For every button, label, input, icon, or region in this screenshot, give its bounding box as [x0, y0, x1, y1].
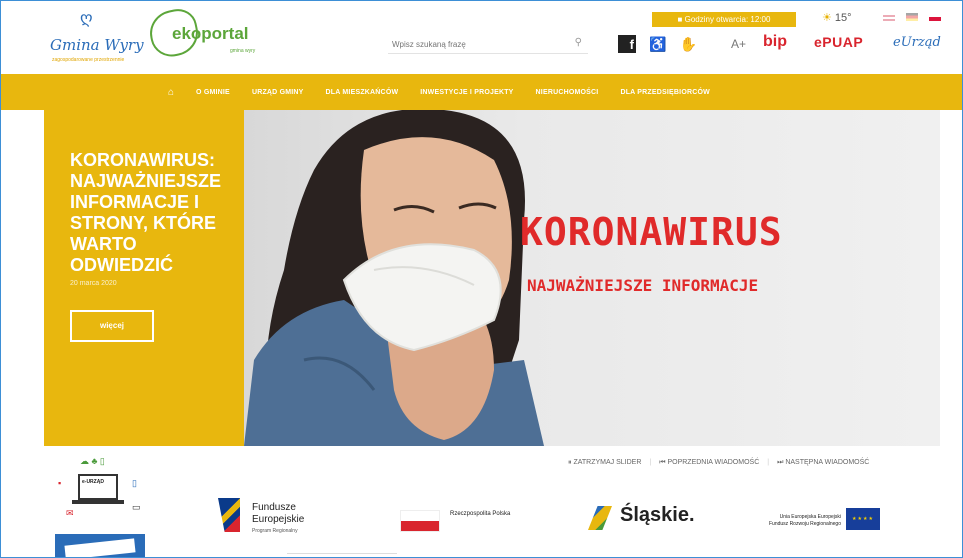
promo-banner[interactable]	[55, 534, 145, 558]
gmina-logo-text: Gmina Wyry	[50, 36, 144, 54]
slaskie-logo[interactable]: Śląskie.	[588, 504, 708, 534]
separator: |	[649, 459, 652, 466]
deaf-icon[interactable]: ✋	[679, 36, 696, 53]
fe-mark-icon	[218, 498, 240, 532]
slide-text-panel: KORONAWIRUS: NAJWAŻNIEJSZE INFORMACJE I …	[44, 110, 244, 446]
bip-link[interactable]: bip	[763, 33, 787, 51]
fundusze-europejskie-logo[interactable]: Fundusze Europejskie Program Regionalny	[218, 494, 348, 540]
slider-controls: ⏸ ZATRZYMAJ SLIDER | ⏮ POPRZEDNIA WIADOM…	[568, 459, 869, 467]
weather-temp: 15°	[834, 12, 852, 24]
gmina-logo-tagline: zagospodarowane przestrzennie	[52, 57, 125, 63]
nav-item-urzad-gminy[interactable]: URZĄD GMINY	[252, 89, 304, 96]
nav-item-o-gminie[interactable]: O GMINIE	[196, 89, 230, 96]
bottom-divider	[287, 553, 397, 558]
slide-image[interactable]: KORONAWIRUS NAJWAŻNIEJSZE INFORMACJE	[244, 110, 940, 446]
laptop-base	[72, 500, 124, 504]
rp-text: Rzeczpospolita Polska	[450, 511, 511, 517]
slide-title[interactable]: KORONAWIRUS: NAJWAŻNIEJSZE INFORMACJE I …	[70, 150, 230, 276]
epuap-link[interactable]: ePUAP	[814, 34, 863, 50]
unia-europejska-logo[interactable]: Unia Europejska Europejski Fundusz Rozwo…	[766, 508, 886, 538]
laptop-icon	[78, 474, 118, 500]
image-subheadline: NAJWAŻNIEJSZE INFORMACJE	[527, 276, 759, 295]
slide-date: 20 marca 2020	[70, 280, 117, 287]
main-nav: ⌂ O GMINIE URZĄD GMINY DLA MIESZKAŃCÓW I…	[0, 74, 963, 110]
prev-news-button[interactable]: ⏮ POPRZEDNIA WIADOMOŚĆ	[659, 459, 759, 467]
device-icon: ▪	[58, 478, 62, 488]
nav-item-nieruchomosci[interactable]: NIERUCHOMOŚCI	[536, 89, 599, 96]
ekoportal-logo[interactable]: ekoportal gmina wyry	[145, 5, 260, 61]
clock-icon: ■	[677, 15, 685, 24]
opening-hours-text: Godziny otwarcia: 12:00	[684, 15, 771, 24]
fe-line2: Europejskie	[252, 514, 305, 525]
nav-item-inwestycje[interactable]: INWESTYCJE I PROJEKTY	[420, 89, 513, 96]
cloud-icon: ☁ ♣ ▯	[80, 456, 105, 466]
more-button[interactable]: więcej	[70, 310, 154, 342]
separator: |	[767, 459, 770, 466]
ekoportal-logo-sub: gmina wyry	[230, 48, 256, 54]
slaskie-text: Śląskie.	[620, 504, 695, 526]
nav-item-dla-przedsiebiorcow[interactable]: DLA PRZEDSIĘBIORCÓW	[620, 89, 710, 96]
pause-slider-button[interactable]: ⏸ ZATRZYMAJ SLIDER	[568, 459, 641, 467]
tool-icons: f ♿ ✋	[618, 34, 697, 54]
sun-icon: ☀	[822, 12, 832, 24]
e-services-promo-icon[interactable]: ☁ ♣ ▯ ▪ ▯ e-URZĄD ✉ ▭	[58, 456, 148, 522]
eurzad-link[interactable]: eUrząd	[893, 35, 941, 50]
lang-en-flag-icon[interactable]	[883, 13, 895, 21]
opening-hours-strip[interactable]: ■ Godziny otwarcia: 12:00	[652, 12, 796, 27]
search-icon[interactable]: ⚲	[575, 37, 582, 48]
nav-item-dla-mieszkancow[interactable]: DLA MIESZKAŃCÓW	[326, 89, 399, 96]
rzeczpospolita-logo[interactable]: Rzeczpospolita Polska	[400, 504, 520, 534]
mail-icon: ✉	[66, 508, 74, 518]
lang-pl-flag-icon[interactable]	[929, 13, 941, 21]
butterfly-icon: ღ	[80, 10, 93, 27]
weather-widget: ☀ 15°	[822, 11, 852, 24]
accessibility-icon[interactable]: ♿	[649, 36, 666, 53]
polish-flag-icon	[400, 510, 440, 532]
fe-line1: Fundusze	[252, 502, 296, 513]
search-box: ⚲	[388, 34, 588, 55]
facebook-icon[interactable]: f	[618, 35, 636, 53]
lang-de-flag-icon[interactable]	[906, 13, 918, 21]
eu-flag-icon: ★★★★	[846, 508, 880, 530]
slaskie-swirl-icon	[588, 506, 612, 530]
ue-text: Unia Europejska Europejski Fundusz Rozwo…	[769, 514, 841, 527]
gmina-logo[interactable]: ღ Gmina Wyry zagospodarowane przestrzenn…	[50, 8, 144, 66]
image-headline: KORONAWIRUS	[520, 210, 783, 254]
search-input[interactable]	[388, 34, 558, 55]
fe-sub: Program Regionalny	[252, 528, 298, 534]
monitor-icon: ▭	[132, 502, 141, 512]
next-news-button[interactable]: ⏭ NASTĘPNA WIADOMOŚĆ	[777, 459, 869, 467]
laptop-label: e-URZĄD	[82, 479, 104, 485]
partner-logos: Fundusze Europejskie Program Regionalny …	[218, 494, 918, 540]
site-header: ღ Gmina Wyry zagospodarowane przestrzenn…	[0, 0, 963, 74]
home-icon[interactable]: ⌂	[168, 87, 174, 98]
promo-card	[64, 538, 136, 558]
news-slider: KORONAWIRUS: NAJWAŻNIEJSZE INFORMACJE I …	[44, 110, 940, 446]
ekoportal-logo-text: ekoportal	[172, 24, 249, 43]
font-size-button[interactable]: A+	[731, 37, 746, 51]
phone-icon: ▯	[132, 478, 137, 488]
